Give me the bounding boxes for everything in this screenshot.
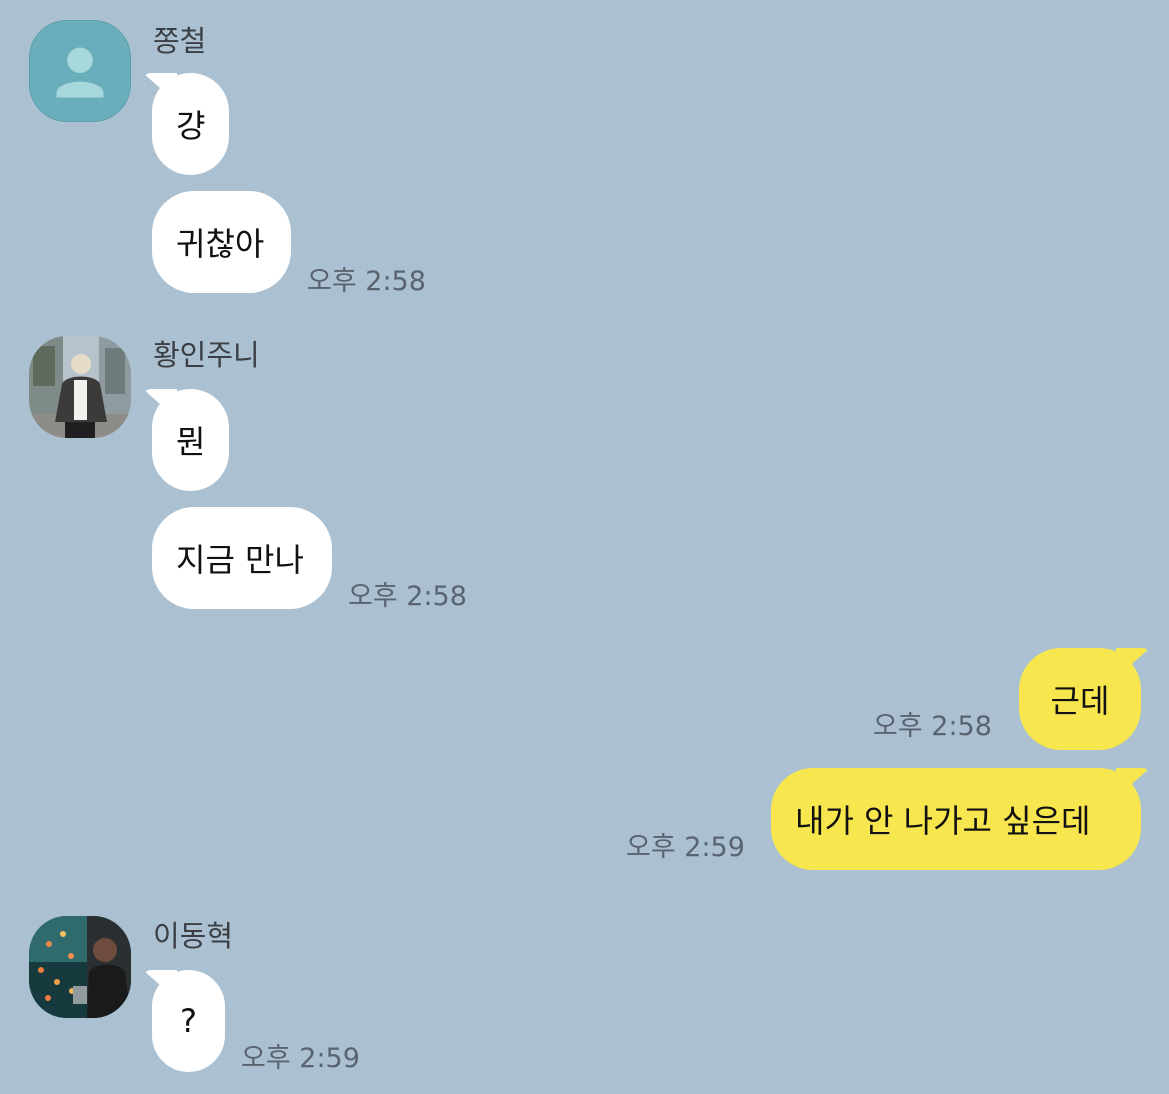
sender-name: 쫑철 (153, 24, 207, 58)
message-bubble[interactable]: 내가 안 나가고 싶은데 (771, 768, 1141, 870)
message-bubble[interactable]: 지금 만나 (152, 507, 332, 609)
default-person-icon (56, 47, 104, 98)
sender-name: 이동혁 (153, 919, 234, 953)
timestamp: 오후 2:58 (307, 266, 426, 297)
timestamp: 오후 2:59 (626, 832, 745, 863)
message-bubble[interactable]: 뭔 (152, 389, 229, 491)
message-bubble[interactable]: 귀찮아 (152, 191, 291, 293)
avatar-default[interactable] (29, 20, 131, 122)
timestamp: 오후 2:59 (241, 1043, 360, 1074)
timestamp: 오후 2:58 (873, 711, 992, 742)
avatar-photo[interactable] (29, 916, 131, 1018)
message-bubble[interactable]: 걍 (152, 73, 229, 175)
avatar-photo[interactable] (29, 336, 131, 438)
timestamp: 오후 2:58 (348, 581, 467, 612)
profile-photo-image (29, 336, 131, 438)
message-bubble[interactable]: 근데 (1019, 648, 1141, 750)
message-bubble[interactable]: ? (152, 970, 225, 1072)
profile-photo-image (29, 916, 131, 1018)
sender-name: 황인주니 (153, 338, 260, 372)
